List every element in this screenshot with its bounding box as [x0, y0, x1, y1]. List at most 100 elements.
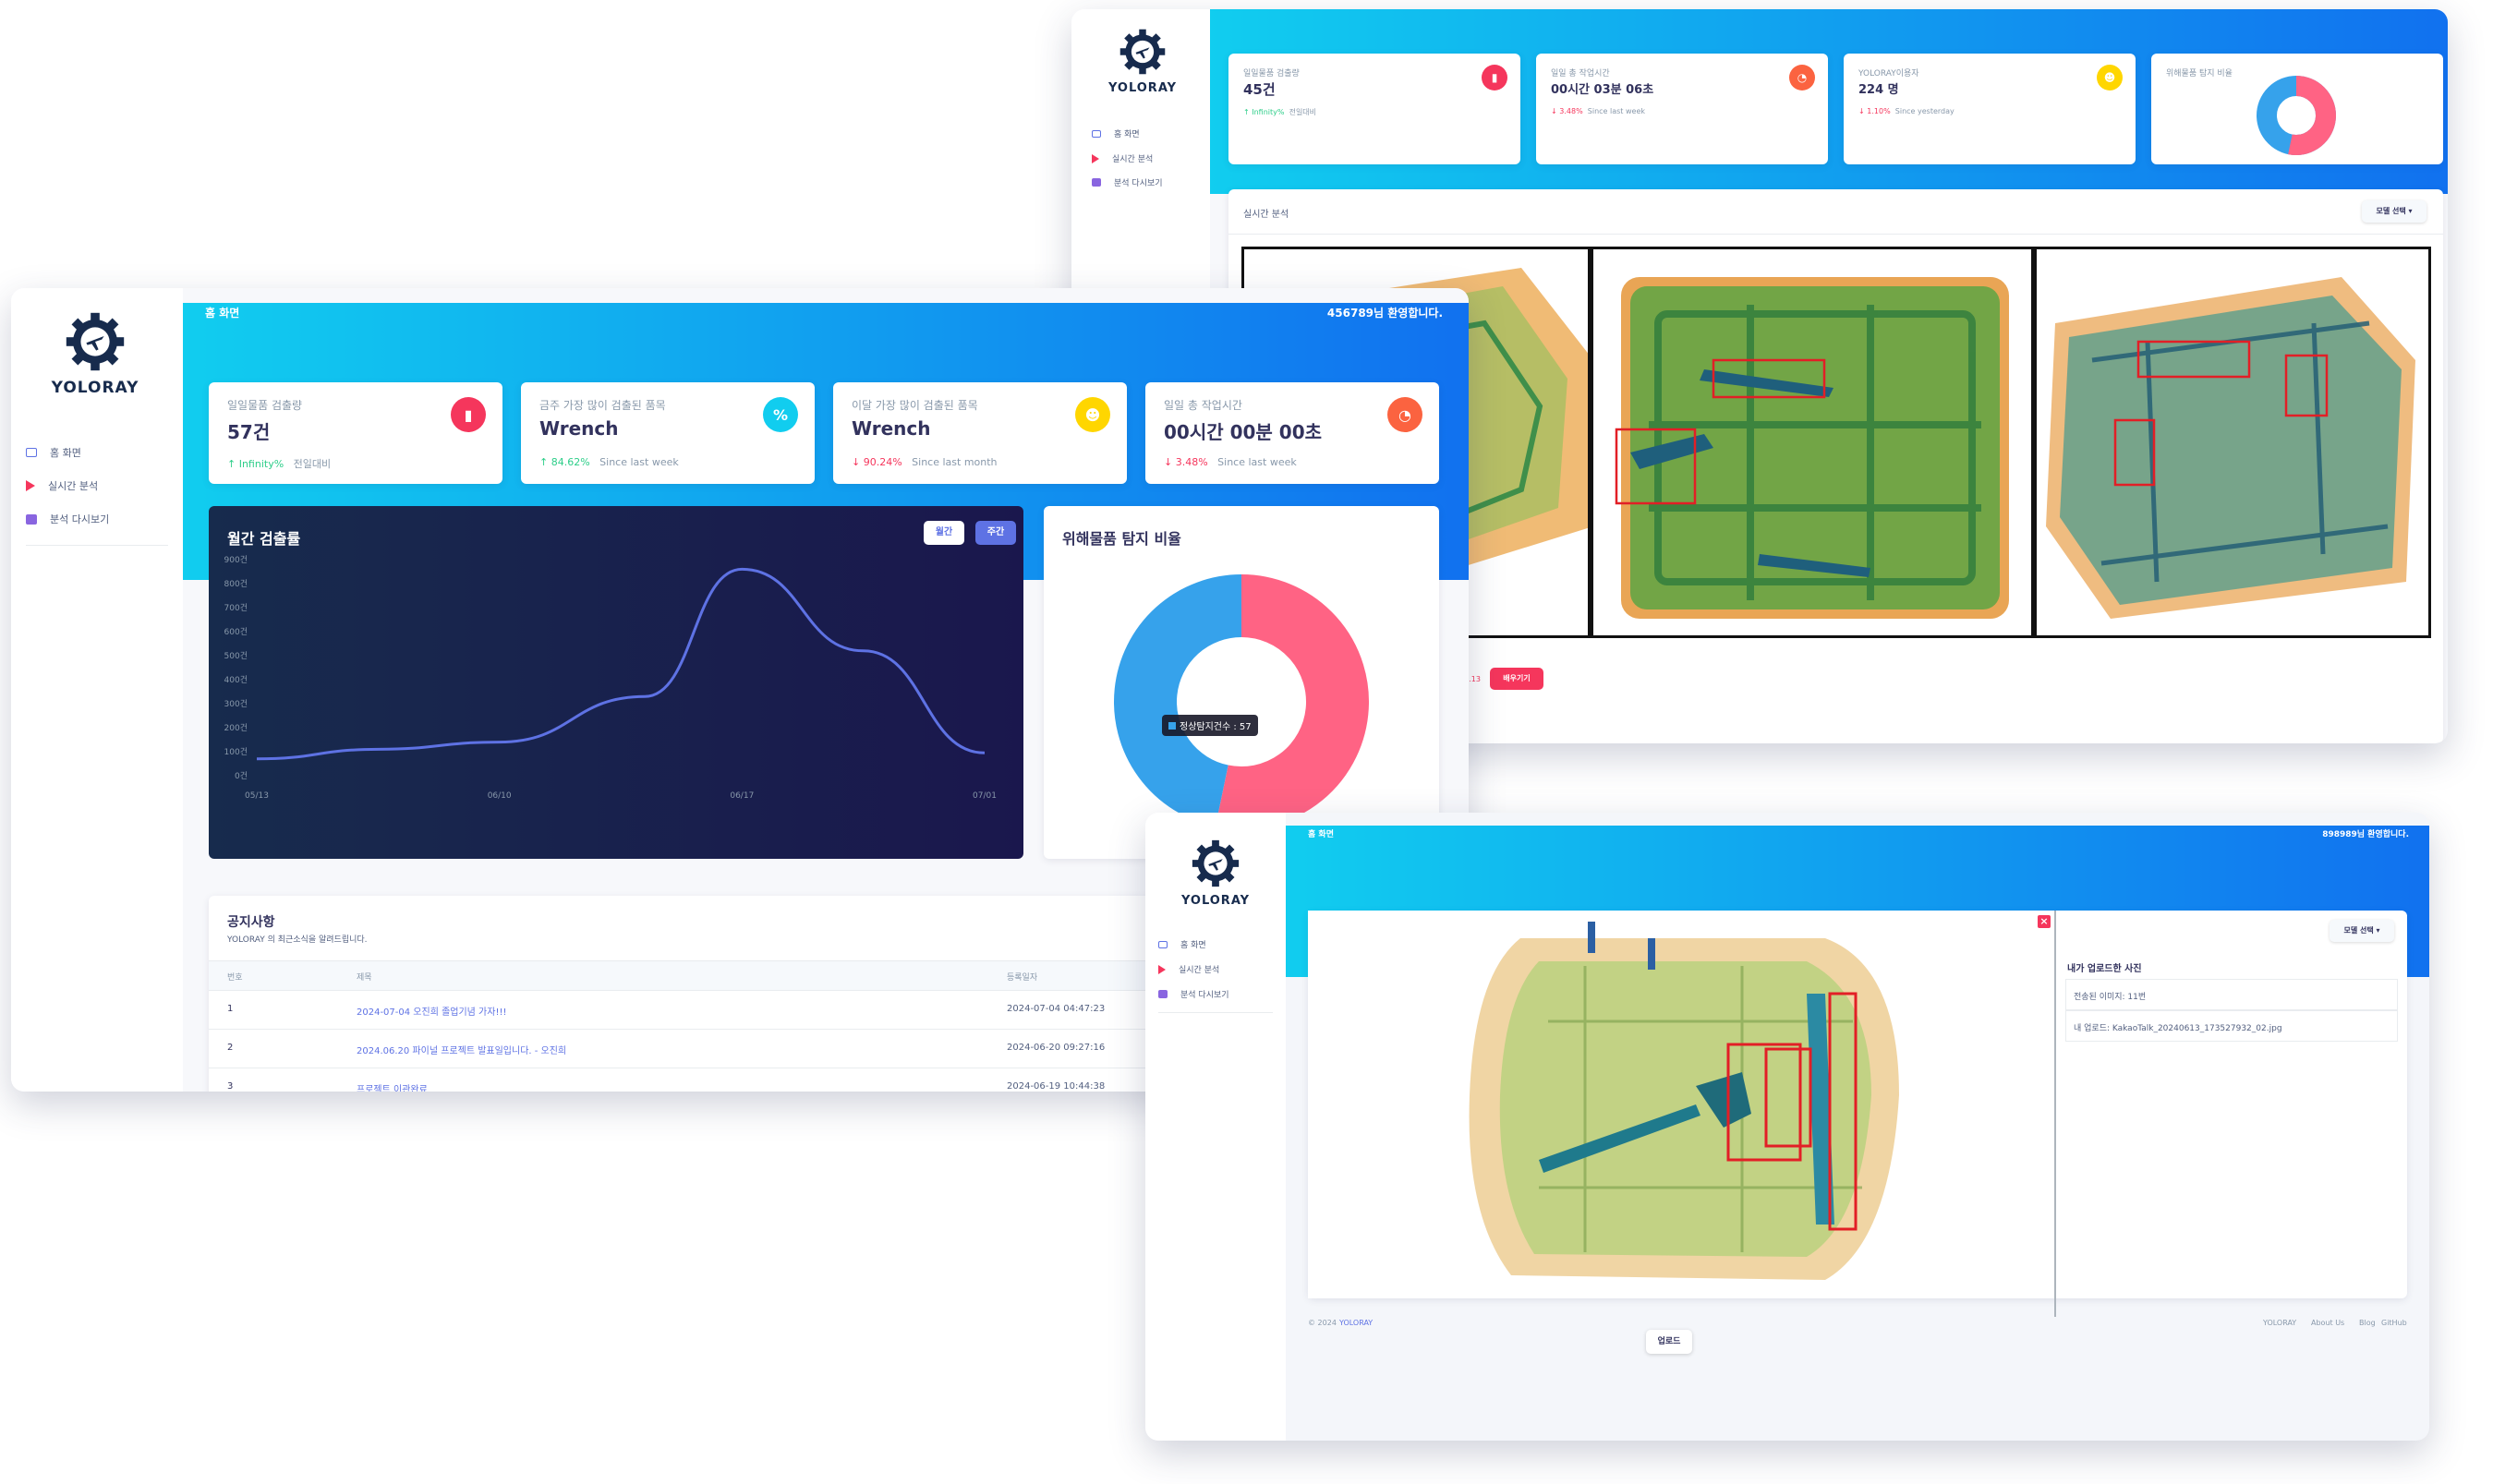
sidebar-item-label: 실시간 분석: [1112, 155, 1154, 164]
notice-subtitle: YOLORAY 의 최근소식을 알려드립니다.: [227, 935, 368, 945]
y-tick-label: 300건: [224, 699, 248, 709]
monitor-icon: [26, 448, 37, 457]
column-header: 등록일자: [1007, 973, 1038, 983]
brand-name: YOLORAY: [1107, 81, 1178, 95]
stat-value: Wrench: [539, 417, 619, 440]
stat-label: 일일물품 검출량: [227, 399, 303, 412]
y-tick-label: 700건: [224, 603, 248, 613]
detection-ratio-panel: 위해물품 탐지 비율 정상탐지건수 : 57: [1044, 506, 1439, 859]
sidebar-item-replay[interactable]: 분석 다시보기: [26, 512, 109, 526]
user-greeting: 456789님 환영합니다.: [1326, 307, 1443, 320]
sidebar-item-label: 실시간 분석: [1179, 966, 1220, 975]
brand-name: YOLORAY: [1180, 894, 1251, 908]
stat-trend: ↓ 3.48% Since last week: [1551, 107, 1645, 115]
gallery-icon: [1158, 990, 1168, 998]
sidebar-item-realtime[interactable]: 실시간 분석: [26, 478, 98, 493]
gear-logo-icon: [54, 300, 137, 383]
divider: [1228, 234, 2443, 235]
stat-label: YOLORAY이용자: [1858, 69, 1919, 78]
sidebar-item-label: 분석 다시보기: [1180, 991, 1229, 1000]
model-select-button[interactable]: 모델 선택 ▾: [2362, 200, 2426, 223]
x-tick-label: 06/10: [488, 791, 512, 801]
row-title-link[interactable]: 프로젝트 이관완료: [357, 1081, 428, 1092]
x-tick-label: 05/13: [245, 791, 269, 801]
users-icon: ☻: [1075, 397, 1110, 432]
monthly-line-chart: 0건 100건 200건 300건 400건 500건 600건 700건 800건 900건 05…: [224, 555, 997, 801]
sidebar-item-home[interactable]: 홈 화면: [1158, 938, 1206, 950]
row-number: 1: [227, 1004, 234, 1014]
stat-trend: ↓ 90.24% Since last month: [852, 456, 998, 468]
row-number: 2: [227, 1043, 234, 1053]
column-header: 제목: [357, 973, 372, 983]
y-tick-label: 800건: [224, 579, 248, 589]
row-date: 2024-06-19 10:44:38: [1007, 1081, 1106, 1092]
sidebar-item-label: 분석 다시보기: [50, 513, 110, 525]
detection-donut-chart: [1114, 574, 1369, 829]
bar-chart-icon: ▮: [1482, 65, 1507, 90]
stat-card: 이달 가장 많이 검출된 품목 Wrench ☻ ↓ 90.24% Since …: [833, 382, 1127, 484]
percent-icon: %: [763, 397, 798, 432]
mini-donut-chart: [2257, 76, 2336, 155]
stop-button[interactable]: 배우기기: [1490, 668, 1543, 690]
y-tick-label: 100건: [224, 747, 248, 757]
users-icon: ☻: [2097, 65, 2123, 90]
sidebar-item-realtime[interactable]: 실시간 분석: [1092, 152, 1153, 164]
stat-value: 57건: [227, 421, 271, 443]
footer-link-blog[interactable]: Blog: [2359, 1319, 2376, 1327]
sidebar-item-realtime[interactable]: 실시간 분석: [1158, 963, 1219, 975]
stat-label: 이달 가장 많이 검출된 품목: [852, 399, 978, 412]
stat-value: 00시간 00분 00초: [1164, 421, 1323, 443]
series-line: [256, 567, 986, 761]
pie-chart-icon: ◔: [1789, 65, 1815, 90]
sidebar-item-label: 홈 화면: [1114, 130, 1140, 139]
upload-button[interactable]: 업로드: [1646, 1330, 1692, 1354]
stat-value: Wrench: [852, 417, 931, 440]
play-icon: [26, 480, 35, 491]
x-tick-label: 07/01: [973, 791, 997, 801]
stat-label: 일일 총 작업시간: [1551, 69, 1610, 78]
xray-detection-image: [2034, 247, 2431, 638]
sidebar-item-replay[interactable]: 분석 다시보기: [1092, 176, 1163, 188]
sidebar-item-label: 분석 다시보기: [1114, 179, 1163, 188]
stat-trend: ↓ 3.48% Since last week: [1164, 456, 1297, 468]
sidebar-item-home[interactable]: 홈 화면: [26, 445, 81, 460]
sidebar-item-home[interactable]: 홈 화면: [1092, 127, 1140, 139]
bar-chart-icon: ▮: [451, 397, 486, 432]
row-title-link[interactable]: 2024-07-04 오진희 졸업기념 가자!!!: [357, 1004, 506, 1018]
footer-link-yoloray[interactable]: YOLORAY: [2263, 1319, 2296, 1327]
footer-link-github[interactable]: GitHub: [2381, 1319, 2407, 1327]
monitor-icon: [1092, 129, 1101, 138]
stat-card: 일일물품 검출량 57건 ▮ ↑ Infinity% 전일대비: [209, 382, 502, 484]
upload-preview: ×: [1308, 911, 2054, 1298]
copyright: © 2024: [1308, 1319, 1337, 1327]
stat-card: YOLORAY이용자 224 명 ☻ ↓ 1.10% Since yesterd…: [1844, 54, 2136, 164]
sidebar-divider: [1158, 1012, 1273, 1013]
panel-divider: [2054, 911, 2056, 1317]
close-button[interactable]: ×: [2038, 915, 2051, 928]
row-date: 2024-07-04 04:47:23: [1007, 1004, 1106, 1014]
stat-trend: ↑ Infinity% 전일대비: [1243, 108, 1317, 116]
gallery-icon: [26, 513, 37, 525]
row-number: 3: [227, 1081, 234, 1092]
sidebar-item-replay[interactable]: 분석 다시보기: [1158, 988, 1229, 1000]
model-select-button[interactable]: 모델 선택 ▾: [2330, 920, 2394, 942]
footer-brand-link[interactable]: YOLORAY: [1339, 1319, 1373, 1327]
upload-file-item[interactable]: 내 업로드: KakaoTalk_20240613_173527932_02.j…: [2065, 1010, 2398, 1042]
row-date: 2024-06-20 09:27:16: [1007, 1043, 1106, 1053]
sidebar-item-label: 실시간 분석: [48, 480, 99, 492]
stat-label: 일일 총 작업시간: [1164, 399, 1242, 412]
logo: YOLORAY: [44, 300, 146, 397]
play-icon: [1092, 153, 1099, 163]
gear-logo-icon: [1110, 19, 1175, 84]
upload-panel: × 모델 선택 ▾ 내가 업로드한 사진 전송된 이미지: 11번 내 업로드:…: [1308, 911, 2407, 1317]
footer: © 2024 YOLORAY YOLORAY About Us Blog Git…: [1308, 1319, 2407, 1337]
y-tick-label: 0건: [235, 771, 248, 781]
x-tick-label: 06/17: [730, 791, 754, 801]
row-title-link[interactable]: 2024.06.20 파이널 프로젝트 발표일입니다. - 오진희: [357, 1043, 566, 1056]
xray-bag-scan: [1308, 911, 2054, 1298]
notice-title: 공지사항: [227, 915, 275, 930]
stat-card-donut: 위해물품 탐지 비율: [2151, 54, 2443, 164]
logo: YOLORAY: [1173, 830, 1258, 908]
footer-link-about[interactable]: About Us: [2311, 1319, 2344, 1327]
stat-card: 일일 총 작업시간 00시간 00분 00초 ◔ ↓ 3.48% Since l…: [1145, 382, 1439, 484]
